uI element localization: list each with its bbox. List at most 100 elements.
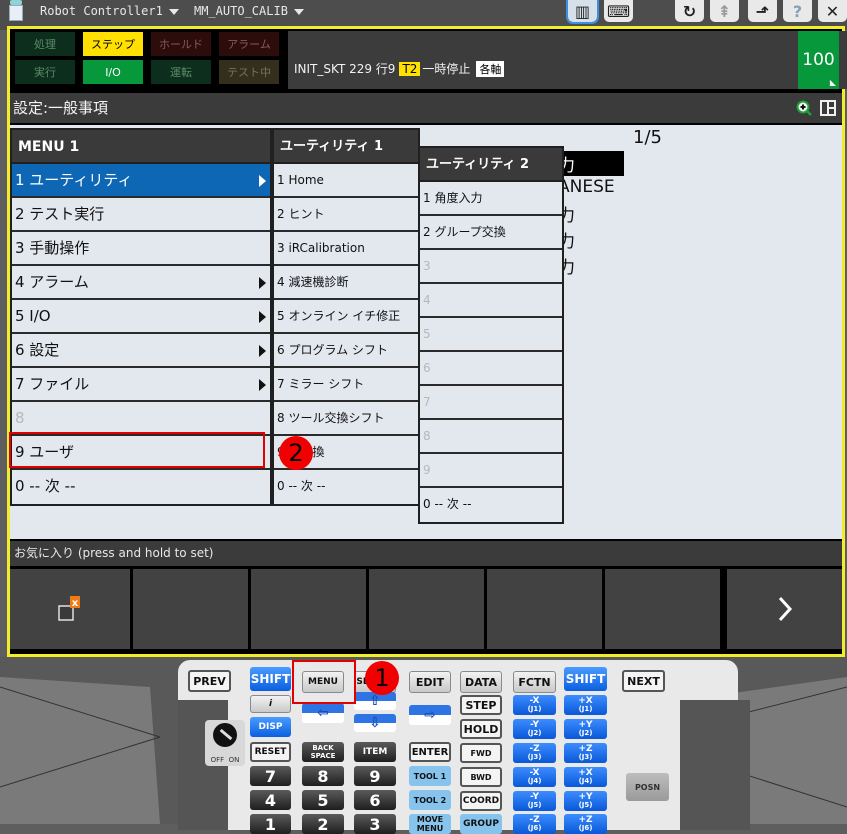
utility-item-program-shift[interactable]: 6 プログラム シフト (274, 334, 418, 368)
digit-2-key[interactable]: 2 (302, 814, 344, 834)
fkey-next-page[interactable] (727, 569, 842, 649)
fkey-close-window[interactable]: x (10, 569, 130, 649)
jog-plus-ry-j5[interactable]: +Y (J5) (564, 791, 607, 811)
menu-item-next[interactable]: 0 -- 次 -- (12, 470, 270, 504)
jog-plus-y-j2[interactable]: +Y (J2) (564, 719, 607, 739)
jog-axis: (J6) (527, 824, 542, 832)
utility-item-hint[interactable]: 2 ヒント (274, 198, 418, 232)
utility2-item-next[interactable]: 0 -- 次 -- (420, 488, 562, 522)
jog-minus-rx-j4[interactable]: -X (J4) (513, 767, 556, 787)
resize-icon: ◣ (829, 78, 836, 87)
popout-button[interactable]: ⬏ (748, 0, 777, 22)
menu-item-setup[interactable]: 6 設定 (12, 334, 270, 368)
fwd-key[interactable]: FWD (460, 743, 502, 763)
digit-8-key[interactable]: 8 (302, 766, 344, 786)
digit-4-key[interactable]: 4 (250, 790, 291, 810)
reset-key[interactable]: RESET (250, 742, 291, 762)
up-arrow-key[interactable]: ⇧ (354, 692, 396, 710)
utility-item-home[interactable]: 1 Home (274, 164, 418, 198)
override-speed[interactable]: 100 ◣ (798, 31, 839, 89)
digit-3-key[interactable]: 3 (354, 814, 396, 834)
jog-minus-rz-j6[interactable]: -Z (J6) (513, 814, 556, 834)
utility-item-reducer-diagnosis[interactable]: 4 減速機診断 (274, 266, 418, 300)
coord-key[interactable]: COORD (460, 791, 502, 811)
refresh-button[interactable]: ↻ (675, 0, 704, 22)
fkey-6[interactable] (605, 569, 720, 649)
jog-minus-y-j2[interactable]: -Y (J2) (513, 719, 556, 739)
shift-left-key[interactable]: SHIFT (250, 667, 291, 691)
keyboard-button[interactable]: ⌨ (604, 0, 633, 22)
digit-5-key[interactable]: 5 (302, 790, 344, 810)
menu-item-test-cycle[interactable]: 2 テスト実行 (12, 198, 270, 232)
left-arrow-key[interactable]: ⇦ (302, 703, 344, 723)
disp-key[interactable]: DISP (250, 717, 291, 737)
annotation-highlight-menu-key (292, 660, 356, 704)
menu-item-label: 8 (15, 409, 25, 427)
fkey-4[interactable] (369, 569, 484, 649)
next-key[interactable]: NEXT (622, 670, 665, 692)
fkey-3[interactable] (251, 569, 366, 649)
enable-switch[interactable]: OFF ON (205, 720, 245, 766)
pendant-screen: 処理 ステップ ホールド アラーム 実行 I/O 運転 テスト中 INIT_SK… (7, 26, 847, 657)
utility2-item-6: 6 (420, 352, 562, 386)
digit-1-key[interactable]: 1 (250, 814, 291, 834)
down-arrow-key[interactable]: ⇩ (354, 714, 396, 732)
digit-9-key[interactable]: 9 (354, 766, 396, 786)
jog-label: -Z (529, 815, 540, 825)
enter-key[interactable]: ENTER (409, 742, 451, 762)
tool1-key[interactable]: TOOL 1 (409, 766, 451, 786)
jog-plus-z-j3[interactable]: +Z (J3) (564, 743, 607, 763)
info-key[interactable]: i (250, 695, 291, 713)
menu-item-utilities[interactable]: 1 ユーティリティ (12, 164, 270, 198)
group-key[interactable]: GROUP (460, 814, 502, 834)
right-arrow-key[interactable]: ⇨ (409, 705, 451, 725)
pendant-view-button[interactable]: ▥ (566, 0, 599, 24)
backspace-key[interactable]: BACK SPACE (302, 742, 344, 762)
menu-item-alarm[interactable]: 4 アラーム (12, 266, 270, 300)
program-dropdown[interactable]: MM_AUTO_CALIB (194, 4, 304, 18)
jog-label: +Y (578, 792, 593, 802)
controller-dropdown[interactable]: Robot Controller1 (40, 4, 179, 18)
utility2-item-angle-entry[interactable]: 1 角度入力 (420, 182, 562, 216)
menu-item-manual-fctns[interactable]: 3 手動操作 (12, 232, 270, 266)
utility-item-mirror-shift[interactable]: 7 ミラー シフト (274, 368, 418, 402)
key-switch-knob-icon (213, 723, 237, 747)
fkey-2[interactable] (133, 569, 248, 649)
jog-plus-rz-j6[interactable]: +Z (J6) (564, 814, 607, 834)
hold-key[interactable]: HOLD (460, 719, 502, 739)
utility2-item-group-exchange[interactable]: 2 グループ交換 (420, 216, 562, 250)
fkey-5[interactable] (487, 569, 602, 649)
jog-plus-rx-j4[interactable]: +X (J4) (564, 767, 607, 787)
utility-item-next[interactable]: 0 -- 次 -- (274, 470, 418, 504)
tool2-key[interactable]: TOOL 2 (409, 790, 451, 810)
utility-item-online-position-modify[interactable]: 5 オンライン イチ修正 (274, 300, 418, 334)
chevron-down-icon (293, 8, 304, 15)
split-screen-icon[interactable] (820, 100, 836, 116)
zoom-in-icon[interactable] (796, 100, 812, 116)
shift-right-key[interactable]: SHIFT (564, 667, 607, 691)
menu-item-label: 6 設定 (15, 341, 60, 359)
item-key[interactable]: ITEM (354, 742, 396, 762)
bwd-key[interactable]: BWD (460, 767, 502, 787)
annotation-step-2: 2 (279, 436, 313, 470)
jog-minus-ry-j5[interactable]: -Y (J5) (513, 791, 556, 811)
jog-plus-x-j1[interactable]: +X (J1) (564, 695, 607, 715)
jog-minus-x-j1[interactable]: -X (J1) (513, 695, 556, 715)
edit-key[interactable]: EDIT (409, 671, 451, 693)
data-key[interactable]: DATA (460, 671, 502, 693)
jog-minus-z-j3[interactable]: -Z (J3) (513, 743, 556, 763)
menu-item-io[interactable]: 5 I/O (12, 300, 270, 334)
digit-7-key[interactable]: 7 (250, 766, 291, 786)
posn-key[interactable]: POSN (626, 773, 669, 801)
fctn-key[interactable]: FCTN (513, 671, 556, 693)
help-button[interactable]: ? (783, 0, 812, 22)
utility-item-ircalibration[interactable]: 3 iRCalibration (274, 232, 418, 266)
utility-item-tool-offset-shift[interactable]: 8 ツール交換シフト (274, 402, 418, 436)
collapse-button[interactable]: ⇞ (710, 0, 739, 22)
menu-item-file[interactable]: 7 ファイル (12, 368, 270, 402)
close-button[interactable]: ✕ (818, 0, 847, 22)
prev-key[interactable]: PREV (188, 670, 231, 692)
digit-6-key[interactable]: 6 (354, 790, 396, 810)
move-menu-key[interactable]: MOVE MENU (409, 814, 451, 834)
step-key[interactable]: STEP (460, 695, 502, 715)
